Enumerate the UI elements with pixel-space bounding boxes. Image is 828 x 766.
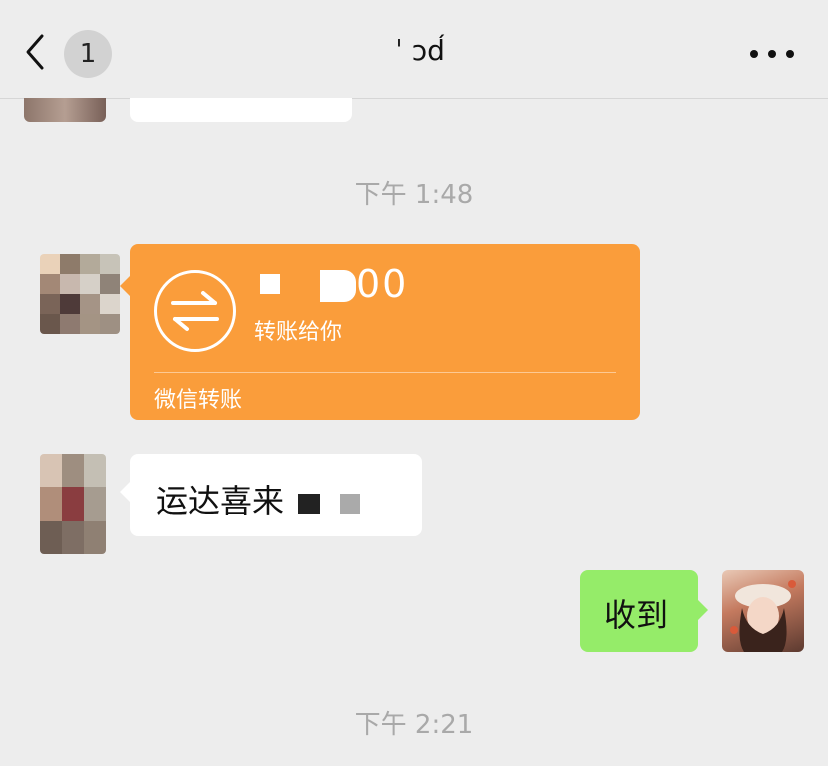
transfer-card[interactable]: 00 转账给你 微信转账 xyxy=(120,244,640,420)
redaction xyxy=(320,270,356,302)
redaction xyxy=(260,274,280,294)
transfer-amount: 00 xyxy=(356,262,409,306)
transfer-subtitle: 转账给你 xyxy=(254,320,343,345)
chat-title: ˈ ɔd́ xyxy=(395,34,445,67)
divider xyxy=(154,372,616,373)
unread-count-badge[interactable]: 1 xyxy=(64,30,112,78)
more-options-button[interactable] xyxy=(750,40,794,68)
chat-header: 1 ˈ ɔd́ xyxy=(0,0,828,99)
avatar-previous[interactable] xyxy=(24,98,106,122)
redaction xyxy=(340,494,360,514)
transfer-footer: 微信转账 xyxy=(154,388,243,413)
avatar-self[interactable] xyxy=(722,570,804,652)
outgoing-message-bubble[interactable]: 收到 xyxy=(580,570,708,652)
avatar-contact[interactable] xyxy=(40,454,106,554)
incoming-message-bubble[interactable]: 运达喜来 xyxy=(120,454,422,536)
previous-message-bubble[interactable] xyxy=(130,98,352,122)
chevron-left-icon xyxy=(26,34,44,70)
timestamp: 下午 1:48 xyxy=(354,180,474,210)
more-horizontal-icon xyxy=(750,50,758,58)
transfer-icon xyxy=(154,270,236,352)
profile-photo-icon xyxy=(730,580,796,652)
message-text: 收到 xyxy=(604,596,669,634)
redaction xyxy=(298,494,320,514)
timestamp: 下午 2:21 xyxy=(354,710,474,740)
message-text: 运达喜来 xyxy=(156,482,285,520)
avatar-contact[interactable] xyxy=(40,254,120,334)
